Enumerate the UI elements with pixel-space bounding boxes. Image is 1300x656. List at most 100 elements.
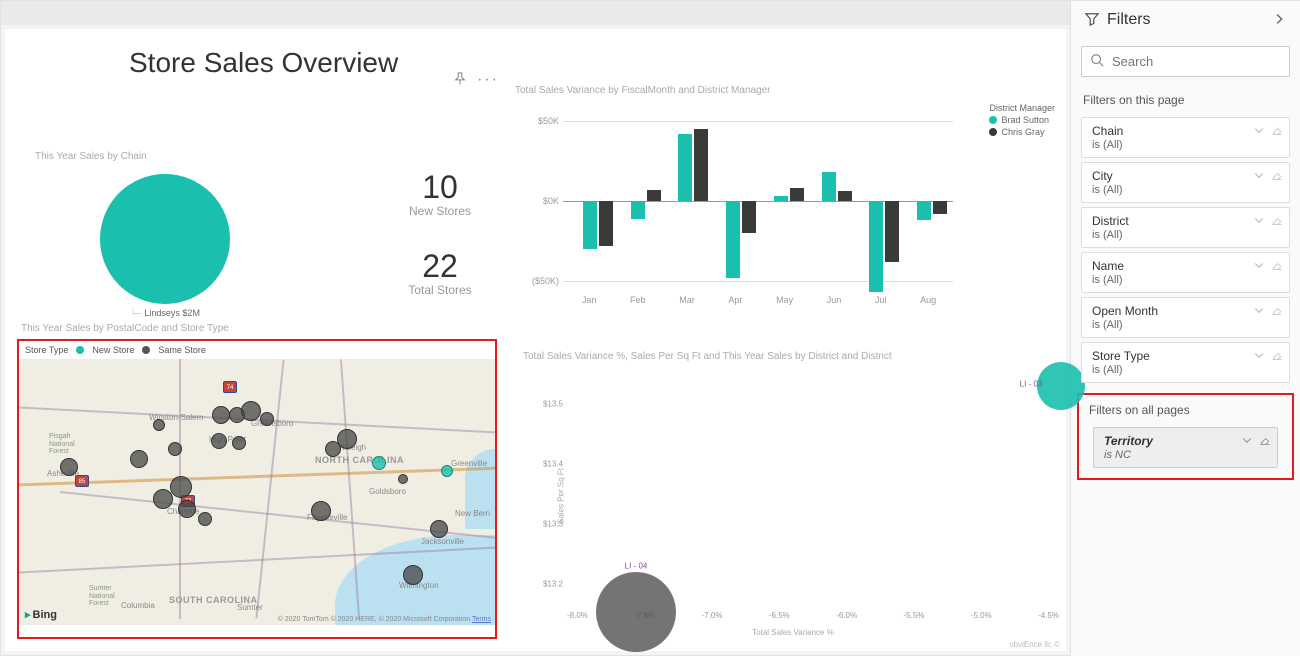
bar[interactable] xyxy=(885,201,899,262)
map-bubble[interactable] xyxy=(241,401,261,421)
bar-x-tick: May xyxy=(776,295,793,305)
bar-group[interactable] xyxy=(758,111,806,283)
chevron-down-icon[interactable] xyxy=(1253,214,1265,229)
filter-value: is (All) xyxy=(1092,139,1279,151)
map-bubble[interactable] xyxy=(311,501,331,521)
map-bubble[interactable] xyxy=(130,450,148,468)
map-bubble[interactable] xyxy=(178,500,196,518)
bar-group[interactable] xyxy=(663,111,711,283)
eraser-icon[interactable] xyxy=(1271,304,1283,319)
map-bubble[interactable] xyxy=(211,433,227,449)
eraser-icon[interactable] xyxy=(1271,259,1283,274)
bar[interactable] xyxy=(869,201,883,292)
bar[interactable] xyxy=(647,190,661,201)
bar[interactable] xyxy=(838,191,852,201)
map-bubble[interactable] xyxy=(430,520,448,538)
eraser-icon[interactable] xyxy=(1271,124,1283,139)
bar[interactable] xyxy=(790,188,804,201)
donut-legend: Lindseys $2M xyxy=(35,308,295,318)
chevron-down-icon[interactable] xyxy=(1253,259,1265,274)
bar-chart-visual[interactable]: Total Sales Variance by FiscalMonth and … xyxy=(515,85,1045,325)
donut-visual[interactable]: This Year Sales by Chain Lindseys $2M xyxy=(35,151,295,318)
bar[interactable] xyxy=(631,201,645,219)
terms-link[interactable]: Terms xyxy=(472,616,491,623)
map-bubble[interactable] xyxy=(325,441,341,457)
bar[interactable] xyxy=(917,201,931,220)
filter-name: Open Month xyxy=(1092,304,1279,318)
bar[interactable] xyxy=(774,196,788,201)
chevron-down-icon[interactable] xyxy=(1253,304,1265,319)
bubble-label-li03: LI - 03 xyxy=(1020,380,1043,389)
bar-group[interactable] xyxy=(806,111,854,283)
filter-card[interactable]: Chainis (All) xyxy=(1081,117,1290,158)
search-icon xyxy=(1090,53,1104,70)
scatter-plot: Sales Per Sq Ft $13.2$13.3$13.4$13.5 -8.… xyxy=(541,366,1063,626)
kpi-total-stores-value[interactable]: 22 xyxy=(385,248,495,285)
bar-group[interactable] xyxy=(854,111,902,283)
bubble-label-li04: LI - 04 xyxy=(625,562,648,571)
map-bubble[interactable] xyxy=(168,442,182,456)
map-bubble[interactable] xyxy=(170,476,192,498)
bar-group[interactable] xyxy=(901,111,949,283)
eraser-icon[interactable] xyxy=(1271,349,1283,364)
park-sumter: Sumter National Forest xyxy=(89,585,115,608)
map-bubble[interactable] xyxy=(403,565,423,585)
map-bubble[interactable] xyxy=(232,436,246,450)
bar-group[interactable] xyxy=(567,111,615,283)
filter-name: City xyxy=(1092,169,1279,183)
map-bubble[interactable] xyxy=(212,406,230,424)
eraser-icon[interactable] xyxy=(1271,169,1283,184)
bar[interactable] xyxy=(742,201,756,233)
map-bubble[interactable] xyxy=(398,474,408,484)
filter-card[interactable]: Nameis (All) xyxy=(1081,252,1290,293)
bubble-li04[interactable] xyxy=(596,572,676,652)
bar[interactable] xyxy=(694,129,708,201)
bar[interactable] xyxy=(933,201,947,214)
filter-card[interactable]: Cityis (All) xyxy=(1081,162,1290,203)
eraser-icon[interactable] xyxy=(1271,214,1283,229)
map-bubble[interactable] xyxy=(153,489,173,509)
scatter-visual[interactable]: Total Sales Variance %, Sales Per Sq Ft … xyxy=(523,351,1063,651)
bar[interactable] xyxy=(583,201,597,249)
bar[interactable] xyxy=(726,201,740,278)
bar[interactable] xyxy=(599,201,613,246)
filters-all-section-title: Filters on all pages xyxy=(1083,397,1288,423)
search-input[interactable] xyxy=(1112,54,1288,69)
map-bubble[interactable] xyxy=(260,412,274,426)
map-visual[interactable]: This Year Sales by PostalCode and Store … xyxy=(17,339,497,639)
bubble-li03[interactable] xyxy=(1037,362,1085,410)
map-canvas[interactable]: NORTH CAROLINA SOUTH CAROLINA Pisgah Nat… xyxy=(19,359,495,625)
filter-card[interactable]: Store Typeis (All) xyxy=(1081,342,1290,383)
bar[interactable] xyxy=(678,134,692,201)
bar-legend: District Manager Brad Sutton Chris Gray xyxy=(989,103,1055,139)
filters-page-section-title: Filters on this page xyxy=(1071,83,1300,113)
filters-pane: Filters Filters on this page Chainis (Al… xyxy=(1070,0,1300,656)
eraser-icon[interactable] xyxy=(1259,434,1271,449)
legend-same-store: Same Store xyxy=(158,345,206,355)
search-box[interactable] xyxy=(1081,46,1290,77)
map-attribution: © 2020 TomTom © 2020 HERE, © 2020 Micros… xyxy=(278,616,491,623)
map-bubble-new[interactable] xyxy=(441,465,453,477)
bar-group[interactable] xyxy=(615,111,663,283)
bar-group[interactable] xyxy=(710,111,758,283)
kpi-new-stores-value[interactable]: 10 xyxy=(385,169,495,206)
pin-icon[interactable] xyxy=(453,72,467,89)
filter-card[interactable]: Districtis (All) xyxy=(1081,207,1290,248)
chevron-down-icon[interactable] xyxy=(1253,349,1265,364)
hwy-shield-icon: 74 xyxy=(223,381,237,393)
chevron-down-icon[interactable] xyxy=(1253,169,1265,184)
legend-chris: Chris Gray xyxy=(1001,127,1044,137)
map-bubble[interactable] xyxy=(198,512,212,526)
more-icon[interactable]: ··· xyxy=(477,71,499,89)
chevron-down-icon[interactable] xyxy=(1253,124,1265,139)
bar[interactable] xyxy=(822,172,836,201)
map-bubble-new[interactable] xyxy=(372,456,386,470)
filter-card-territory[interactable]: Territory is NC xyxy=(1093,427,1278,468)
collapse-pane-button[interactable] xyxy=(1272,12,1286,29)
attribution-text: obviEnce llc © xyxy=(1009,640,1060,649)
map-bubble[interactable] xyxy=(153,419,165,431)
chevron-down-icon[interactable] xyxy=(1241,434,1253,449)
filter-card[interactable]: Open Monthis (All) xyxy=(1081,297,1290,338)
park-pisgah: Pisgah National Forest xyxy=(49,433,75,456)
map-bubble[interactable] xyxy=(60,458,78,476)
